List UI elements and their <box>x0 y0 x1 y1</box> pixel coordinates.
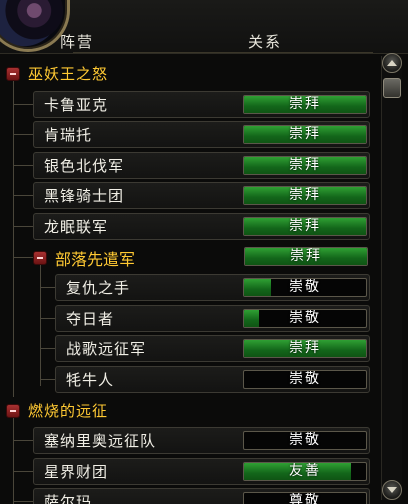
scroll-down-button[interactable] <box>382 480 402 500</box>
collapse-minus-icon[interactable] <box>33 250 47 265</box>
standing-label: 崇拜 <box>289 187 321 203</box>
arrow-down-icon <box>387 487 397 493</box>
reputation-bar: 崇拜 <box>244 247 368 266</box>
tree-connector <box>40 264 41 386</box>
standing-label: 崇拜 <box>289 157 321 173</box>
standing-label: 崇敬 <box>289 432 321 448</box>
arrow-up-icon <box>387 60 397 66</box>
reputation-bar: 崇拜 <box>243 217 367 236</box>
category-header[interactable]: 巫妖王之怒 <box>6 60 376 87</box>
reputation-bar: 崇拜 <box>243 339 367 358</box>
tree-connector <box>13 226 33 227</box>
subfaction-row[interactable]: 牦牛人 崇敬 <box>55 366 370 393</box>
reputation-bar: 友善 <box>243 462 367 481</box>
subgroup-name: 部落先遣军 <box>55 249 136 269</box>
subfaction-row[interactable]: 夺日者 崇敬 <box>55 305 370 332</box>
reputation-bar: 崇拜 <box>243 125 367 144</box>
reputation-bar: 尊敬 <box>243 492 367 504</box>
scroll-up-button[interactable] <box>382 53 402 73</box>
standing-label: 崇拜 <box>289 340 321 356</box>
reputation-bar: 崇敬 <box>243 370 367 389</box>
collapse-minus-icon[interactable] <box>6 403 20 418</box>
reputation-bar: 崇拜 <box>243 156 367 175</box>
tree-connector <box>13 501 33 502</box>
tree-connector <box>40 348 55 349</box>
tree-connector <box>13 80 14 397</box>
faction-row[interactable]: 龙眠联军 崇拜 <box>33 213 370 240</box>
header-divider <box>73 52 373 53</box>
standing-label: 崇敬 <box>289 310 321 326</box>
subfaction-row[interactable]: 复仇之手 崇敬 <box>55 274 370 301</box>
faction-row[interactable]: 黑锋骑士团 崇拜 <box>33 182 370 209</box>
scrollbar-thumb[interactable] <box>383 78 401 98</box>
tree-connector <box>13 257 33 258</box>
reputation-bar: 崇敬 <box>243 278 367 297</box>
faction-row[interactable]: 银色北伐军 崇拜 <box>33 152 370 179</box>
tree-connector <box>13 165 33 166</box>
standing-label: 崇拜 <box>289 218 321 234</box>
scrollbar-track[interactable] <box>381 56 402 500</box>
category-header[interactable]: 燃烧的远征 <box>6 397 376 424</box>
tree-connector <box>40 318 55 319</box>
collapse-minus-icon[interactable] <box>6 66 20 81</box>
faction-row[interactable]: 塞纳里奥远征队 崇敬 <box>33 427 370 454</box>
category-name: 巫妖王之怒 <box>28 65 109 83</box>
faction-row[interactable]: 萨尔玛 尊敬 <box>33 488 370 504</box>
faction-column-header: 阵营 <box>60 33 95 51</box>
reputation-panel: 阵营 关系 巫妖王之怒卡鲁亚克 崇拜 肯瑞托 崇拜银色北伐军 崇拜 黑锋骑士团 崇拜 龙眠联军… <box>0 0 408 504</box>
standing-label: 尊敬 <box>289 493 321 504</box>
faction-row[interactable]: 肯瑞托 崇拜 <box>33 121 370 148</box>
standing-label: 友善 <box>289 463 321 479</box>
tree-connector <box>13 440 33 441</box>
tree-connector <box>13 104 33 105</box>
faction-row[interactable]: 星界财团 友善 <box>33 458 370 485</box>
standing-label: 崇敬 <box>289 371 321 387</box>
category-name: 燃烧的远征 <box>28 402 109 420</box>
standing-label: 崇拜 <box>289 126 321 142</box>
reputation-bar: 崇敬 <box>243 309 367 328</box>
faction-row[interactable]: 卡鲁亚克 崇拜 <box>33 91 370 118</box>
reputation-bar: 崇敬 <box>243 431 367 450</box>
tree-connector <box>13 134 33 135</box>
relation-column-header: 关系 <box>248 33 283 51</box>
standing-label: 崇敬 <box>289 279 321 295</box>
standing-label: 崇拜 <box>290 248 322 264</box>
tree-connector <box>13 417 14 504</box>
subgroup-header[interactable]: 部落先遣军 崇拜 <box>33 244 370 271</box>
tree-connector <box>13 471 33 472</box>
tree-connector <box>40 287 55 288</box>
reputation-bar: 崇拜 <box>243 186 367 205</box>
faction-list: 巫妖王之怒 卡鲁亚克 崇拜 肯瑞托 崇拜 银色北伐军 崇拜 黑锋骑士团 崇拜 龙眠联军 崇拜 部落先遣… <box>0 56 378 504</box>
reputation-bar: 崇拜 <box>243 95 367 114</box>
tree-connector <box>40 379 55 380</box>
tree-connector <box>13 195 33 196</box>
standing-label: 崇拜 <box>289 96 321 112</box>
subfaction-row[interactable]: 战歌远征军 崇拜 <box>55 335 370 362</box>
